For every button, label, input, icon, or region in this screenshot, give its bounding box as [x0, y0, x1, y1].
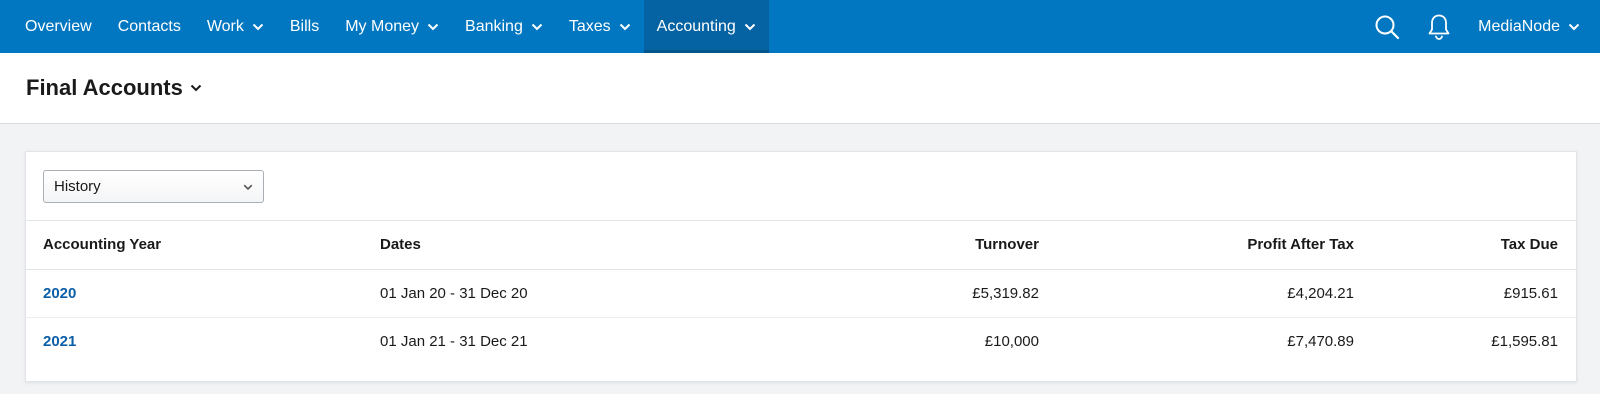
profit-cell: £7,470.89 — [1287, 332, 1354, 350]
table-row: 2020 01 Jan 20 - 31 Dec 20 £5,319.82 £4,… — [26, 269, 1576, 318]
dates-cell: 01 Jan 20 - 31 Dec 20 — [380, 269, 710, 318]
column-header-turnover[interactable]: Turnover — [710, 221, 1039, 270]
column-header-accounting-year[interactable]: Accounting Year — [26, 221, 380, 270]
nav-item-taxes[interactable]: Taxes — [556, 0, 644, 53]
tax-due-cell: £1,595.81 — [1491, 332, 1558, 350]
chevron-down-icon — [252, 23, 264, 31]
nav-item-my-money[interactable]: My Money — [332, 0, 452, 53]
year-link[interactable]: 2020 — [43, 285, 76, 302]
chevron-down-icon — [1568, 23, 1580, 31]
turnover-cell: £5,319.82 — [710, 269, 1039, 318]
nav-item-label: Overview — [25, 17, 92, 35]
nav-item-label: Work — [206, 17, 244, 35]
chevron-down-icon[interactable] — [190, 84, 202, 92]
chevron-down-icon — [531, 23, 543, 31]
user-name: MediaNode — [1478, 17, 1560, 35]
search-icon[interactable] — [1361, 0, 1413, 53]
nav-item-label: Taxes — [568, 17, 611, 35]
chevron-down-icon — [744, 23, 756, 31]
chevron-down-icon — [243, 178, 253, 195]
chevron-down-icon — [619, 23, 631, 31]
page-header: Final Accounts — [0, 53, 1600, 124]
filter-row: History — [26, 152, 1576, 221]
profit-cell: £4,204.21 — [1039, 269, 1354, 318]
accounts-table: Accounting Year Dates Turnover Profit Af… — [26, 221, 1576, 365]
nav-item-label: Accounting — [656, 17, 736, 35]
history-select[interactable]: History — [43, 169, 264, 203]
top-navigation-bar: Overview Contacts Work Bills My Money Ba… — [0, 0, 1600, 53]
nav-item-label: Banking — [465, 17, 523, 35]
nav-item-label: Contacts — [117, 17, 181, 35]
year-cell: 2020 — [26, 269, 380, 318]
select-value: History — [54, 177, 101, 195]
page-title: Final Accounts — [26, 75, 183, 100]
nav-item-bills[interactable]: Bills — [277, 0, 332, 53]
nav-item-overview[interactable]: Overview — [12, 0, 105, 53]
column-header-dates[interactable]: Dates — [380, 221, 710, 270]
chevron-down-icon — [427, 23, 439, 31]
nav-item-banking[interactable]: Banking — [452, 0, 556, 53]
column-header-profit-after-tax[interactable]: Profit After Tax — [1039, 221, 1354, 270]
nav-item-contacts[interactable]: Contacts — [105, 0, 194, 53]
nav-item-label: Bills — [289, 17, 320, 35]
tax-due-cell: £915.61 — [1354, 269, 1576, 318]
table-header-row: Accounting Year Dates Turnover Profit Af… — [26, 221, 1576, 270]
column-header-tax-due[interactable]: Tax Due — [1354, 221, 1576, 270]
table-row: 2021 01 Jan 21 - 31 Dec 21 £10,000 £7,47… — [26, 317, 1576, 365]
year-link[interactable]: 2021 — [43, 333, 76, 350]
year-cell: 2021 — [26, 317, 380, 365]
final-accounts-card: History Accounting Year Dates Turnover P… — [25, 151, 1577, 382]
turnover-cell: £10,000 — [984, 332, 1039, 350]
dates-cell: 01 Jan 21 - 31 Dec 21 — [380, 332, 528, 350]
nav-item-accounting[interactable]: Accounting — [643, 0, 769, 53]
user-menu[interactable]: MediaNode — [1465, 0, 1600, 53]
bell-icon[interactable] — [1413, 0, 1465, 53]
nav-item-work[interactable]: Work — [194, 0, 277, 53]
nav-item-label: My Money — [345, 17, 420, 35]
